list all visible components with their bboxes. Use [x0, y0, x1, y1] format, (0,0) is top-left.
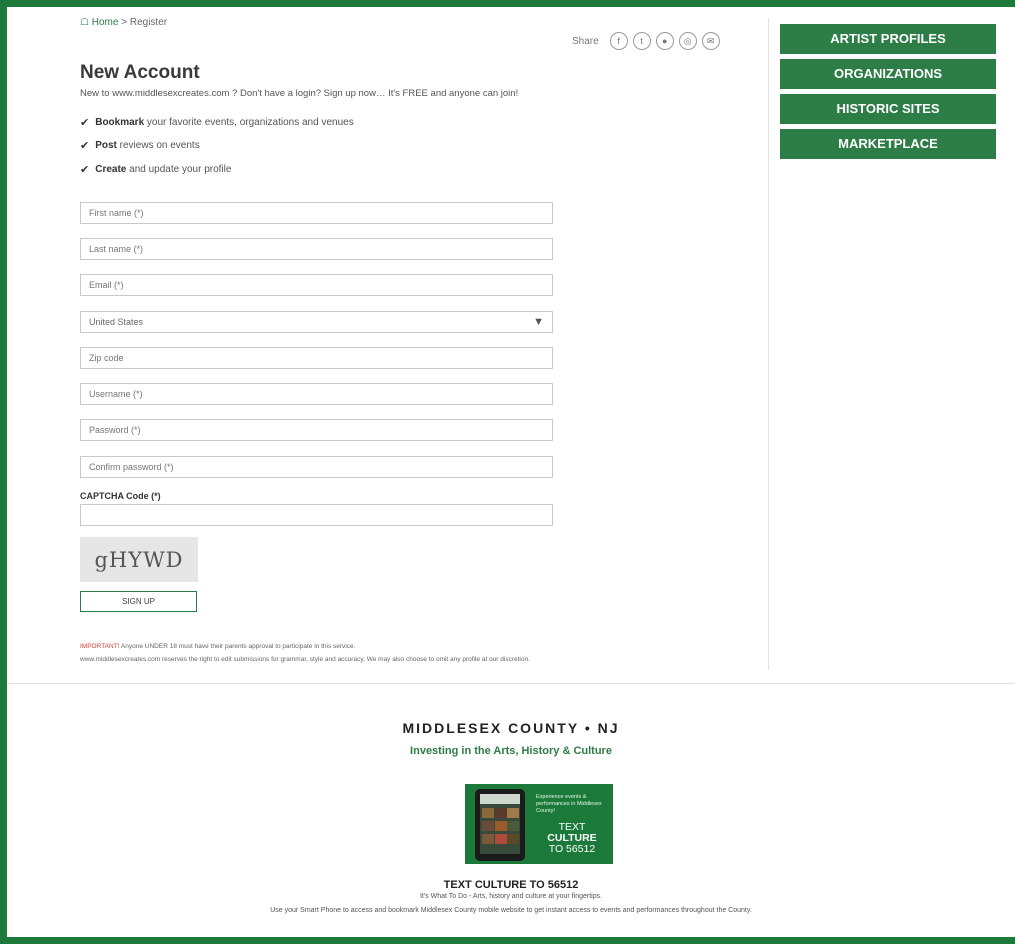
text-culture-promo[interactable]: Experience events & performances in Midd… [465, 784, 613, 864]
footer-tagline: Investing in the Arts, History & Culture [410, 745, 612, 757]
zip-code-field[interactable] [80, 347, 553, 369]
footer: MIDDLESEX COUNTY • NJ Investing in the A… [7, 683, 1015, 937]
share-bar: Share f t ● ◎ ✉ [572, 32, 720, 50]
benefit-text: reviews on events [116, 140, 200, 151]
benefit-bold: Bookmark [95, 117, 145, 128]
page-title: New Account [80, 62, 200, 83]
important-label: IMPORTANT! [80, 643, 120, 650]
footer-sub-1: It's What To Do - Arts, history and cult… [419, 893, 603, 900]
intro-text: New to www.middlesexcreates.com ? Don't … [80, 88, 519, 99]
important-note: IMPORTANT! Anyone UNDER 18 must have the… [80, 643, 355, 650]
sidebar-item-organizations[interactable]: ORGANIZATIONS [780, 59, 996, 89]
benefit-create: ✔ Create and update your profile [80, 163, 231, 176]
first-name-field[interactable] [80, 202, 553, 224]
benefit-bookmark: ✔ Bookmark your favorite events, organiz… [80, 116, 354, 129]
benefit-bold: Create [95, 164, 127, 175]
check-icon: ✔ [80, 117, 90, 129]
email-icon[interactable]: ✉ [701, 32, 720, 50]
instagram-icon[interactable]: ◎ [678, 32, 697, 50]
breadcrumb-current: Register [129, 17, 168, 28]
breadcrumb-home-link[interactable]: ☖ Home [80, 17, 118, 28]
share-label: Share [572, 35, 599, 47]
benefit-text: and update your profile [126, 164, 232, 175]
captcha-field[interactable] [80, 504, 553, 526]
pinterest-icon[interactable]: ● [655, 32, 674, 50]
sidebar-item-marketplace[interactable]: MARKETPLACE [780, 129, 996, 159]
benefit-text: your favorite events, organizations and … [144, 117, 354, 128]
sidebar-item-artist-profiles[interactable]: ARTIST PROFILES [780, 24, 996, 54]
breadcrumb-separator: > [121, 17, 128, 28]
twitter-icon[interactable]: t [632, 32, 651, 50]
promo-big-line-3: TO 56512 [548, 843, 596, 855]
benefit-bold: Post [95, 140, 117, 151]
captcha-label: CAPTCHA Code (*) [80, 491, 161, 501]
username-field[interactable] [80, 383, 553, 405]
password-field[interactable] [80, 419, 553, 441]
facebook-icon[interactable]: f [609, 32, 628, 50]
sidebar-item-historic-sites[interactable]: HISTORIC SITES [780, 94, 996, 124]
rights-note: www.middlesexcreates.com reserves the ri… [80, 656, 530, 663]
under18-text: Anyone UNDER 18 must have their parents … [119, 643, 356, 650]
sign-up-button[interactable]: SIGN UP [80, 591, 197, 612]
benefit-post: ✔ Post reviews on events [80, 139, 200, 152]
chevron-down-icon: ▼ [533, 316, 544, 328]
confirm-password-field[interactable] [80, 456, 553, 478]
promo-big-text: TEXT CULTURE TO 56512 [536, 822, 608, 855]
text-culture-heading: TEXT CULTURE TO 56512 [443, 879, 579, 891]
captcha-image: gHYWD [80, 537, 198, 582]
sidebar-divider [768, 18, 769, 670]
footer-sub-2: Use your Smart Phone to access and bookm… [270, 907, 752, 914]
promo-small-text: Experience events & performances in Midd… [536, 794, 602, 814]
sidebar: ARTIST PROFILES ORGANIZATIONS HISTORIC S… [780, 24, 996, 164]
last-name-field[interactable] [80, 238, 553, 260]
check-icon: ✔ [80, 164, 90, 176]
check-icon: ✔ [80, 140, 90, 152]
phone-icon [475, 789, 525, 861]
footer-title: MIDDLESEX COUNTY • NJ [402, 720, 620, 736]
breadcrumb: ☖ Home > Register [80, 17, 167, 28]
captcha-text: gHYWD [94, 547, 184, 572]
email-field[interactable] [80, 274, 553, 296]
country-select-value: United States [89, 317, 144, 327]
country-select[interactable]: United States ▼ [80, 311, 553, 333]
